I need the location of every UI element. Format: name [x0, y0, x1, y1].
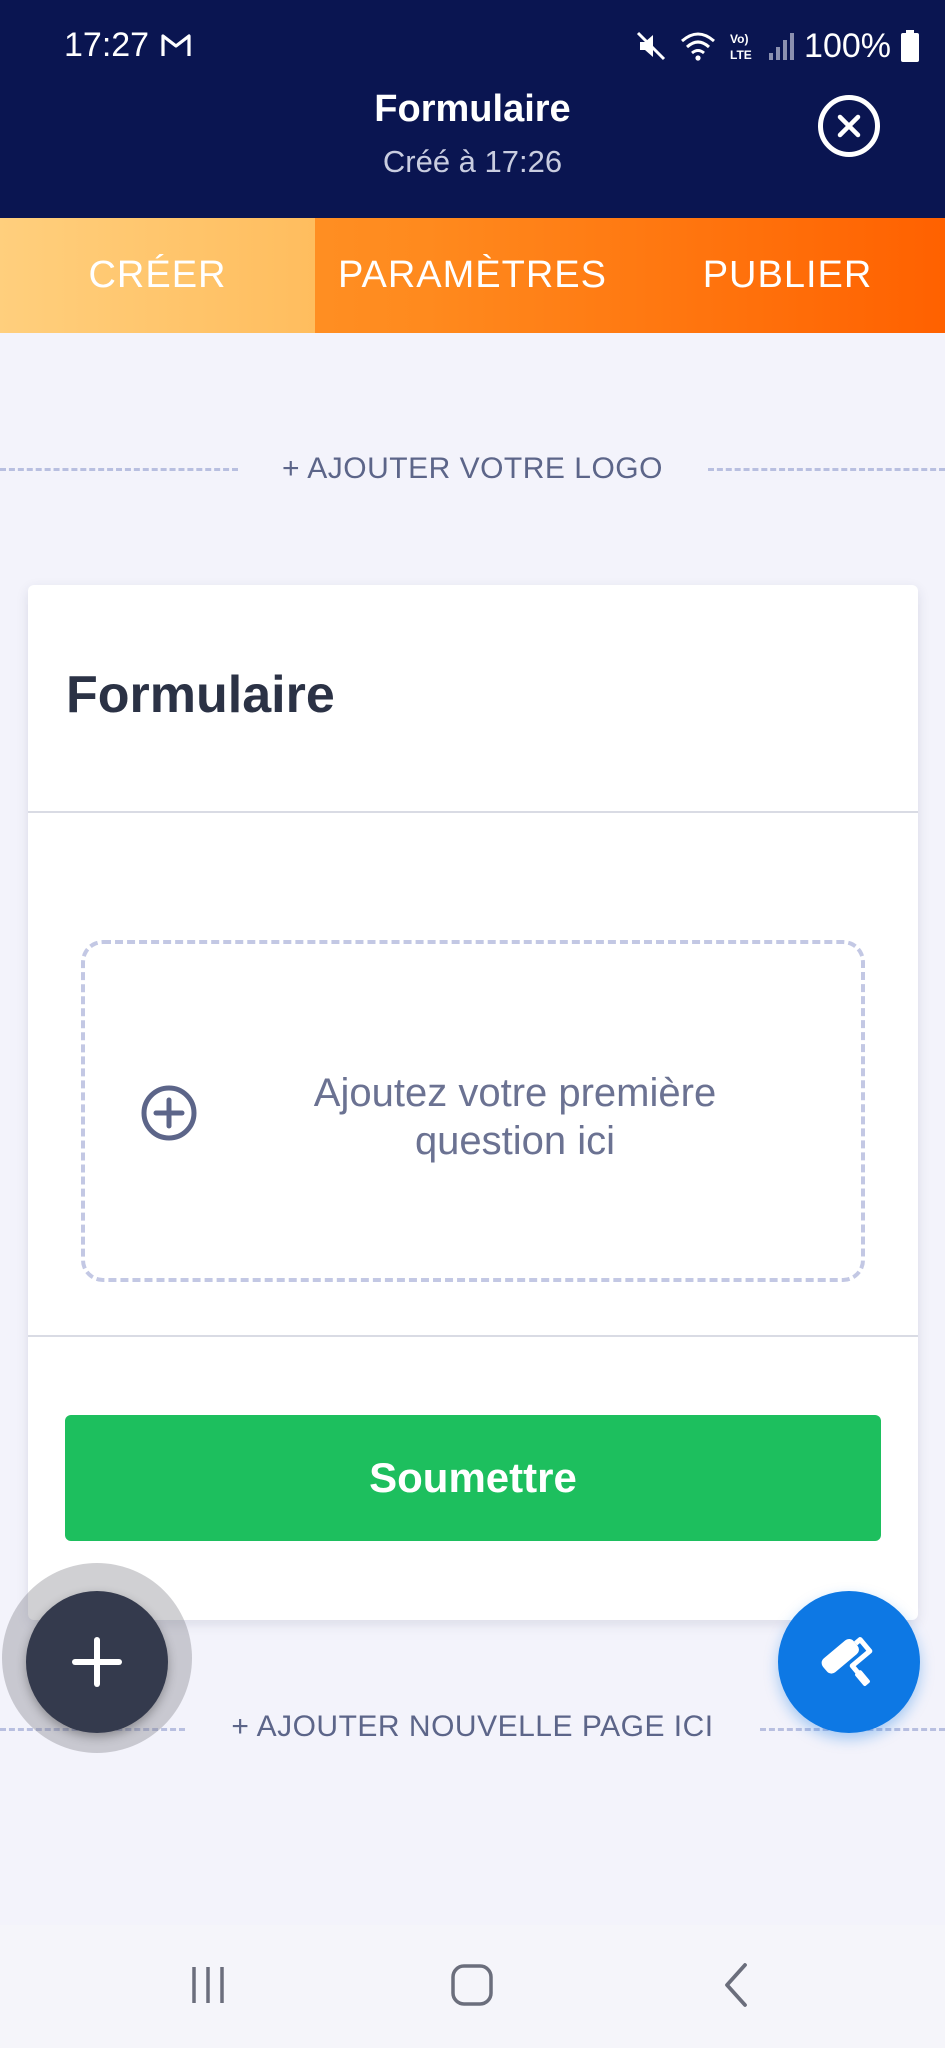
- app-header: 17:27 Vo) LTE 100% Formulaire Créé à 17:…: [0, 0, 945, 218]
- page-title: Formulaire: [374, 88, 571, 130]
- paint-roller-icon: [821, 1637, 873, 1686]
- status-icons: Vo) LTE 100%: [634, 22, 919, 70]
- add-question-text: Ajoutez votre première question ici: [313, 1071, 717, 1163]
- divider: [28, 811, 918, 813]
- back-icon: [725, 1963, 747, 2007]
- divider-dashed: [708, 468, 945, 471]
- add-logo-row[interactable]: + AJOUTER VOTRE LOGO: [0, 450, 945, 490]
- volte-icon: Vo) LTE: [730, 32, 752, 62]
- back-button[interactable]: [697, 1955, 777, 2015]
- home-icon: [451, 1964, 493, 2006]
- signal-icon: [769, 33, 795, 60]
- add-element-button[interactable]: [26, 1591, 168, 1733]
- tab-creer[interactable]: CRÉER: [0, 218, 315, 333]
- status-time: 17:27: [64, 26, 150, 64]
- form-card: Formulaire Ajoutez votre première questi…: [28, 585, 918, 1620]
- page-subtitle: Créé à 17:26: [382, 144, 563, 179]
- recents-icon: [192, 1967, 224, 2003]
- battery-icon: [901, 30, 919, 62]
- recent-apps-button[interactable]: [168, 1955, 248, 2015]
- form-title[interactable]: Formulaire: [66, 665, 335, 725]
- add-question-zone[interactable]: Ajoutez votre première question ici: [81, 940, 865, 1282]
- home-button[interactable]: [432, 1955, 512, 2015]
- form-designer-button[interactable]: [778, 1591, 920, 1733]
- mute-icon: [636, 31, 666, 61]
- tab-bar: CRÉER PARAMÈTRES PUBLIER: [0, 218, 945, 333]
- submit-button[interactable]: Soumettre: [65, 1415, 881, 1541]
- tab-parametres[interactable]: PARAMÈTRES: [315, 218, 630, 333]
- close-button[interactable]: [818, 95, 880, 157]
- wifi-icon: [681, 32, 716, 61]
- divider: [28, 1335, 918, 1337]
- tab-publier[interactable]: PUBLIER: [630, 218, 945, 333]
- system-nav-bar: [0, 1925, 945, 2048]
- gmail-icon: [161, 34, 191, 56]
- svg-text:LTE: LTE: [730, 48, 752, 62]
- plus-circle-icon: [141, 1085, 197, 1141]
- battery-percent: 100%: [804, 26, 891, 65]
- close-icon: [837, 114, 861, 138]
- svg-text:Vo): Vo): [730, 32, 748, 46]
- plus-icon: [72, 1637, 122, 1687]
